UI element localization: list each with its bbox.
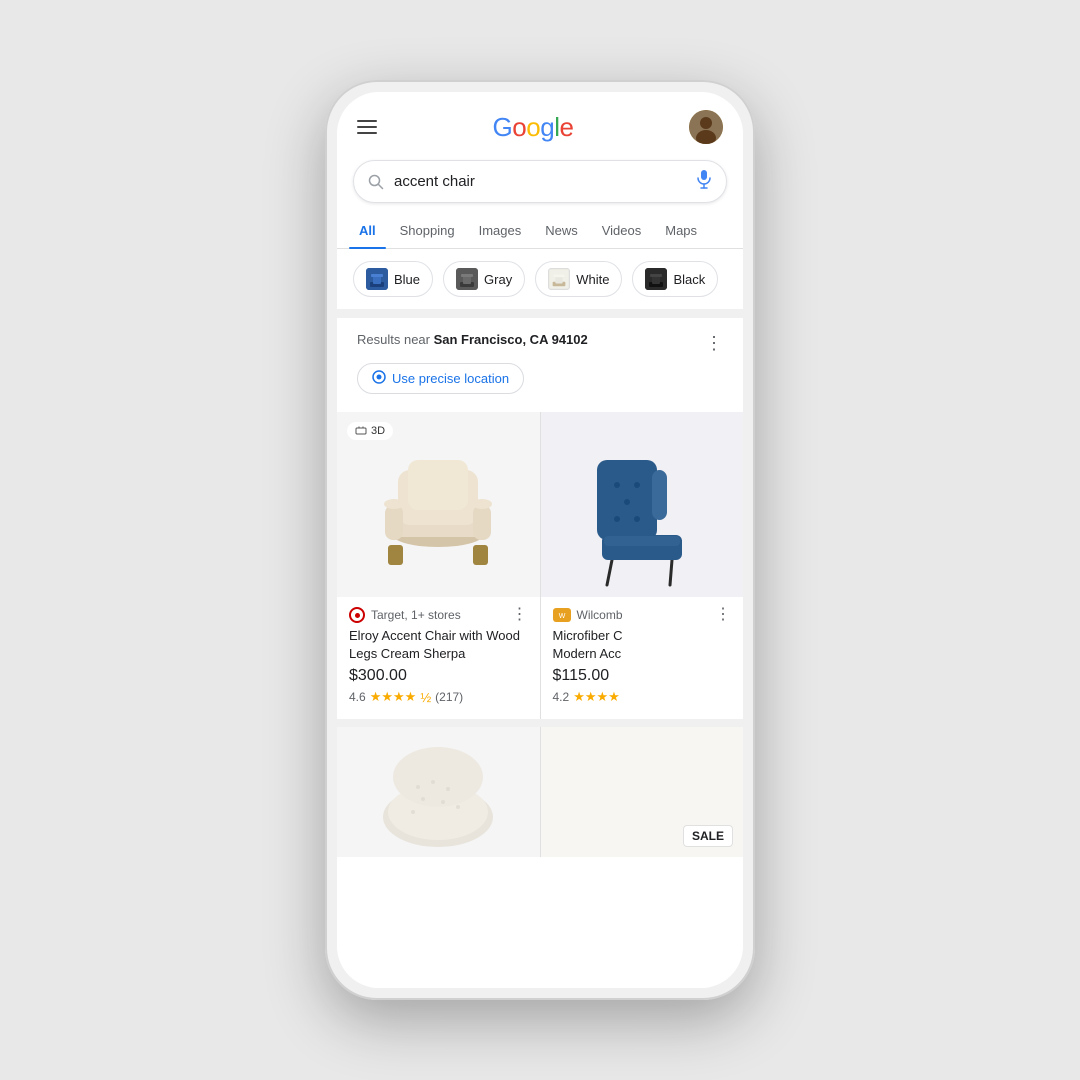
rating-value-1: 4.6 bbox=[349, 690, 366, 704]
chip-white-label: White bbox=[576, 272, 609, 287]
swatch-black bbox=[645, 268, 667, 290]
precise-location-button[interactable]: Use precise location bbox=[357, 363, 524, 394]
tab-videos[interactable]: Videos bbox=[592, 213, 652, 248]
swatch-white bbox=[548, 268, 570, 290]
product-card-4[interactable]: SALE bbox=[541, 727, 744, 857]
product-card-3[interactable] bbox=[337, 727, 540, 857]
tab-news[interactable]: News bbox=[535, 213, 588, 248]
store-row-1: Target, 1+ stores ⋮ bbox=[349, 607, 528, 623]
swatch-blue bbox=[366, 268, 388, 290]
rating-value-2: 4.2 bbox=[553, 690, 570, 704]
products-section: 3D Target, 1+ stores ⋮ Elroy bbox=[337, 412, 743, 988]
badge-3d-label: 3D bbox=[371, 425, 385, 437]
location-city: San Francisco, CA 94102 bbox=[434, 332, 588, 347]
tab-images[interactable]: Images bbox=[469, 213, 532, 248]
header: Google bbox=[337, 92, 743, 154]
avatar[interactable] bbox=[689, 110, 723, 144]
product2-more-options[interactable]: ⋮ bbox=[715, 607, 731, 623]
location-text: Results near San Francisco, CA 94102 bbox=[357, 332, 588, 347]
chip-white[interactable]: White bbox=[535, 261, 622, 297]
chair2-svg bbox=[582, 420, 702, 590]
store-label-1: Target, 1+ stores bbox=[371, 608, 461, 622]
phone-frame: Google bbox=[325, 80, 755, 1000]
product-title-2: Microfiber CModern Acc bbox=[553, 627, 732, 663]
mic-icon[interactable] bbox=[696, 169, 712, 194]
chair3-svg bbox=[358, 737, 518, 847]
chip-black-label: Black bbox=[673, 272, 705, 287]
search-bar-wrap: accent chair bbox=[337, 154, 743, 213]
results-near-label: Results near bbox=[357, 332, 434, 347]
product-row-divider bbox=[337, 719, 743, 727]
section-divider bbox=[337, 309, 743, 317]
target-circle-icon bbox=[372, 370, 386, 387]
tab-maps[interactable]: Maps bbox=[655, 213, 707, 248]
product-card-1[interactable]: 3D Target, 1+ stores ⋮ Elroy bbox=[337, 412, 540, 719]
location-bar: Results near San Francisco, CA 94102 ⋮ U… bbox=[337, 317, 743, 404]
stars-1: ★★★★ bbox=[370, 689, 417, 705]
phone-screen: Google bbox=[337, 92, 743, 988]
chip-black[interactable]: Black bbox=[632, 261, 718, 297]
rating-row-2: 4.2 ★★★★ bbox=[553, 689, 732, 705]
logo-o2: o bbox=[526, 112, 540, 143]
swatch-gray bbox=[456, 268, 478, 290]
logo-o1: o bbox=[512, 112, 526, 143]
sale-badge: SALE bbox=[683, 825, 733, 847]
target-logo bbox=[349, 607, 365, 623]
logo-g2: g bbox=[540, 112, 554, 143]
hamburger-menu-icon[interactable] bbox=[357, 120, 377, 134]
precise-location-label: Use precise location bbox=[392, 371, 509, 386]
tabs-bar: All Shopping Images News Videos Maps bbox=[337, 213, 743, 249]
chip-blue[interactable]: Blue bbox=[353, 261, 433, 297]
review-count-1: (217) bbox=[435, 690, 463, 704]
chip-gray-label: Gray bbox=[484, 272, 512, 287]
stars-2: ★★★★ bbox=[573, 689, 620, 705]
product-price-2: $115.00 bbox=[553, 667, 732, 685]
store-name-1: Target, 1+ stores bbox=[349, 607, 461, 623]
location-more-options[interactable]: ⋮ bbox=[705, 333, 723, 354]
product-row-2: SALE bbox=[337, 727, 743, 857]
product-image-1: 3D bbox=[337, 412, 540, 597]
store-label-2: Wilcomb bbox=[577, 608, 623, 622]
tab-all[interactable]: All bbox=[349, 213, 386, 248]
product-title-1: Elroy Accent Chair with Wood Legs Cream … bbox=[349, 627, 528, 663]
products-grid: 3D Target, 1+ stores ⋮ Elroy bbox=[337, 412, 743, 719]
product-image-2 bbox=[541, 412, 744, 597]
google-logo: Google bbox=[493, 112, 574, 143]
product-info-2: W Wilcomb ⋮ Microfiber CModern Acc $115.… bbox=[541, 597, 744, 719]
product-info-1: Target, 1+ stores ⋮ Elroy Accent Chair w… bbox=[337, 597, 540, 719]
tab-shopping[interactable]: Shopping bbox=[390, 213, 465, 248]
search-icon bbox=[368, 174, 384, 190]
product1-more-options[interactable]: ⋮ bbox=[512, 607, 528, 623]
search-bar[interactable]: accent chair bbox=[353, 160, 727, 203]
chair1-svg bbox=[363, 430, 513, 580]
product-card-2[interactable]: W Wilcomb ⋮ Microfiber CModern Acc $115.… bbox=[541, 412, 744, 719]
product-price-1: $300.00 bbox=[349, 667, 528, 685]
store-row-2: W Wilcomb ⋮ bbox=[553, 607, 732, 623]
store-name-2: W Wilcomb bbox=[553, 608, 623, 622]
badge-3d: 3D bbox=[347, 422, 393, 440]
wilcomb-logo: W bbox=[553, 608, 571, 622]
logo-e: e bbox=[559, 112, 573, 143]
logo-g: G bbox=[493, 112, 513, 143]
search-input[interactable]: accent chair bbox=[394, 173, 686, 190]
svg-text:W: W bbox=[558, 613, 565, 620]
filter-chips: Blue Gray bbox=[337, 249, 743, 309]
chip-gray[interactable]: Gray bbox=[443, 261, 525, 297]
screen-content: Google bbox=[337, 92, 743, 988]
rating-row-1: 4.6 ★★★★½ (217) bbox=[349, 689, 528, 705]
chip-blue-label: Blue bbox=[394, 272, 420, 287]
